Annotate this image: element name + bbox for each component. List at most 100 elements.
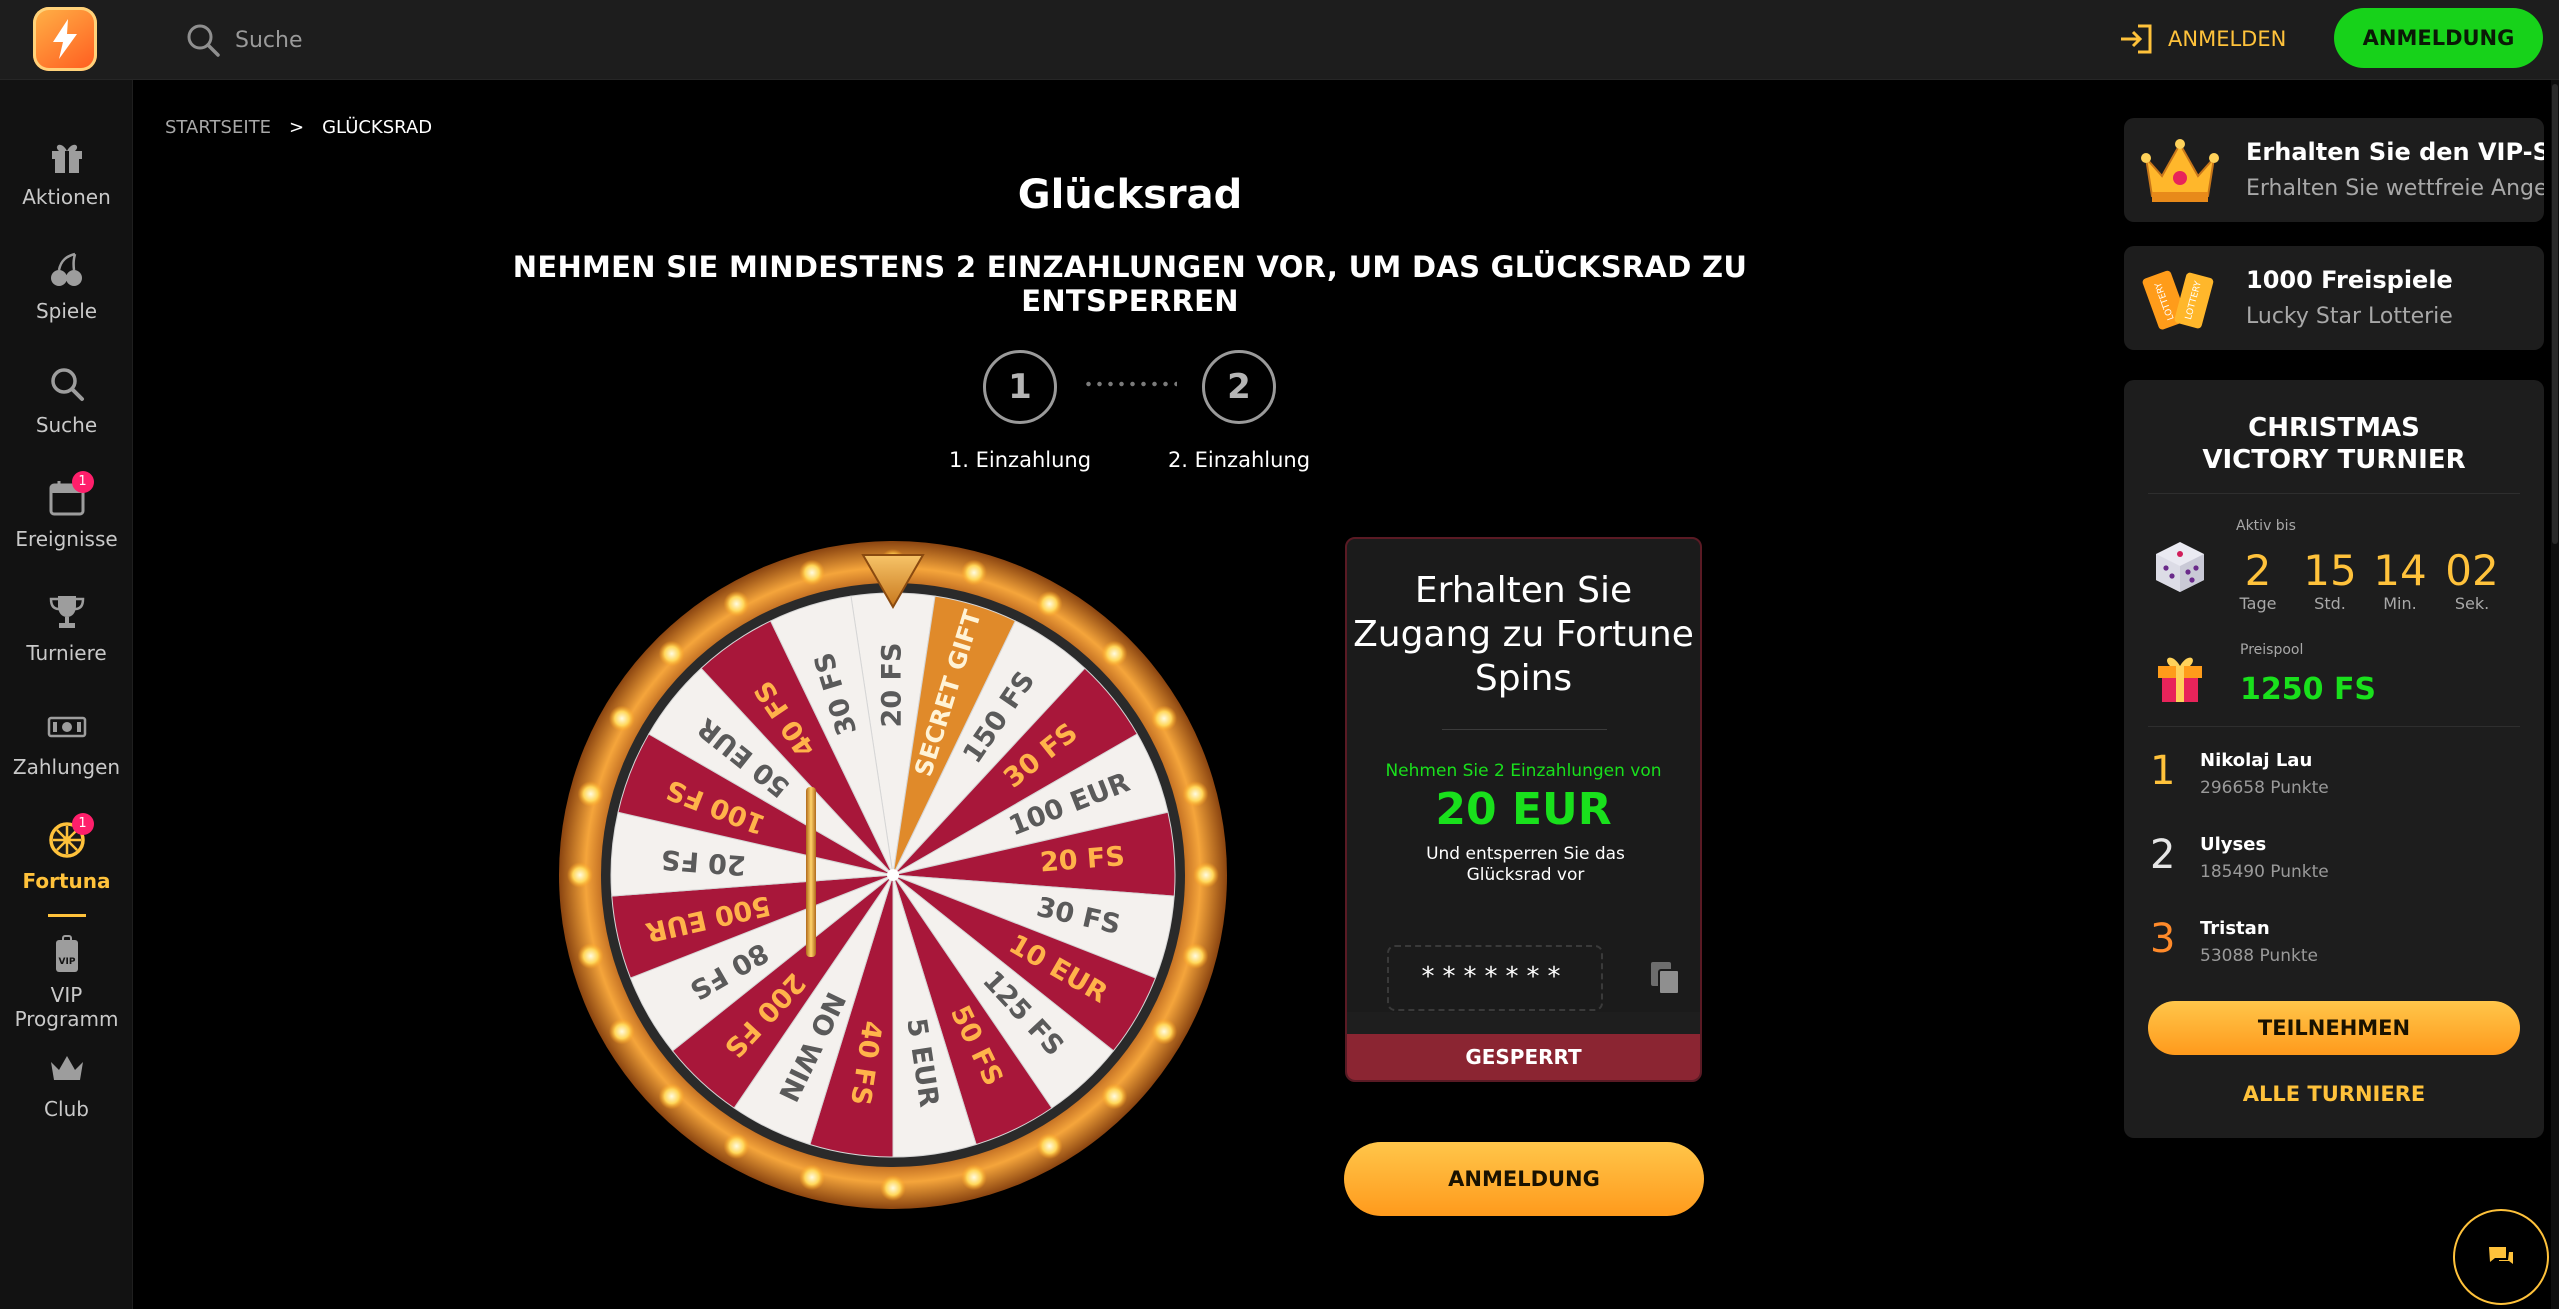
leader-name: Tristan xyxy=(2200,918,2270,939)
breadcrumb-separator: > xyxy=(289,117,305,138)
step-2-circle: 2 xyxy=(1202,350,1276,424)
wheel-bulb xyxy=(567,862,593,888)
cherries-icon xyxy=(46,249,88,291)
step-1-label: 1. Einzahlung xyxy=(948,448,1092,472)
wheel-bulb xyxy=(1101,640,1128,667)
promo-title: Erhalten Sie den VIP-S... xyxy=(2246,138,2544,166)
leader-points: 185490 Punkte xyxy=(2200,862,2329,882)
wheel-icon: 1 xyxy=(46,813,94,861)
signup-button[interactable]: ANMELDUNG xyxy=(2334,8,2543,68)
wheel-bulb xyxy=(658,1083,685,1110)
sidebar-item-turniere[interactable]: Turniere xyxy=(0,581,133,681)
card-title: Erhalten Sie Zugang zu Fortune Spins xyxy=(1353,570,1694,699)
wheel-bulb xyxy=(1182,943,1209,970)
countdown-hours: 15 xyxy=(2303,546,2357,595)
wheel-segment-label: 20 FS xyxy=(660,843,747,880)
wheel-bulb xyxy=(1151,705,1178,732)
rank-number: 2 xyxy=(2150,832,2176,878)
chat-icon xyxy=(2489,1247,2513,1264)
breadcrumb-current: GLÜCKSRAD xyxy=(322,117,433,138)
fortune-wheel: 20 FS SECRET GIFT150 FS30 FS100 EUR20 FS3… xyxy=(559,541,1227,1209)
wheel-bulb xyxy=(1151,1018,1178,1045)
all-tournaments-link[interactable]: ALLE TURNIERE xyxy=(2124,1082,2544,1106)
search-icon xyxy=(46,363,88,405)
trophy-icon xyxy=(46,591,88,633)
top-bar: Suche ANMELDEN ANMELDUNG xyxy=(0,0,2559,80)
sidebar-item-label: VIP Programm xyxy=(14,983,119,1031)
sidebar-item-zahlungen[interactable]: Zahlungen xyxy=(0,695,133,795)
login-button[interactable]: ANMELDEN xyxy=(2118,18,2286,60)
breadcrumb: STARTSEITE > GLÜCKSRAD xyxy=(165,117,432,138)
wheel-bulb xyxy=(1182,780,1209,807)
promo-freispiele[interactable]: LOTTERY LOTTERY 1000 Freispiele Lucky St… xyxy=(2124,246,2544,350)
tournament-title: CHRISTMAS VICTORY TURNIER xyxy=(2202,413,2466,475)
wheel-segments: 20 FS SECRET GIFT150 FS30 FS100 EUR20 FS3… xyxy=(610,592,1176,1158)
lottery-ticket-icon: LOTTERY LOTTERY xyxy=(2142,270,2214,330)
sidebar-item-label: Aktionen xyxy=(22,185,111,209)
gift-icon xyxy=(46,135,88,177)
wheel-bulb xyxy=(880,1175,906,1201)
notification-badge: 1 xyxy=(71,813,94,835)
sidebar-item-ereignisse[interactable]: 1 Ereignisse xyxy=(0,467,133,567)
wheel-bulb xyxy=(1193,862,1219,888)
countdown-days: 2 xyxy=(2244,546,2272,595)
search-input[interactable]: Suche xyxy=(235,28,302,53)
casino-logo[interactable] xyxy=(33,7,97,71)
wheel-bulb xyxy=(961,559,988,586)
leader-name: Nikolaj Lau xyxy=(2200,750,2313,771)
unlock-text: Und entsperren Sie das Glücksrad vor xyxy=(1426,844,1625,885)
promo-vip[interactable]: Erhalten Sie den VIP-S... Erhalten Sie w… xyxy=(2124,118,2544,222)
wheel-bulb xyxy=(608,705,635,732)
card-divider xyxy=(1442,729,1607,730)
copy-icon[interactable] xyxy=(1649,960,1683,998)
prize-pool-value: 1250 FS xyxy=(2240,672,2377,707)
join-tournament-button[interactable]: TEILNEHMEN xyxy=(2148,1001,2520,1055)
rank-number: 1 xyxy=(2150,748,2176,794)
step-1-circle: 1 xyxy=(983,350,1057,424)
wheel-bulb xyxy=(961,1164,988,1191)
search-bar[interactable]: Suche xyxy=(185,20,302,60)
locked-status: GESPERRT xyxy=(1347,1034,1700,1080)
divider xyxy=(2148,726,2520,727)
wheel-bulb xyxy=(658,640,685,667)
wheel-bulb xyxy=(608,1018,635,1045)
active-until-label: Aktiv bis xyxy=(2236,518,2296,534)
sidebar-item-vip-programm[interactable]: VIP VIP Programm xyxy=(0,923,133,1031)
calendar-icon: 1 xyxy=(46,471,94,519)
page-title: Glücksrad xyxy=(1017,172,1243,218)
fortune-spins-card: Erhalten Sie Zugang zu Fortune Spins Neh… xyxy=(1345,537,1702,1082)
sidebar-item-fortuna[interactable]: 1 Fortuna xyxy=(0,809,133,917)
hidden-code: ******* xyxy=(1387,945,1603,1011)
crown-icon xyxy=(2141,139,2219,202)
signup-main-button[interactable]: ANMELDUNG xyxy=(1344,1142,1704,1216)
countdown-minutes: 14 xyxy=(2373,546,2427,595)
notification-badge: 1 xyxy=(71,471,94,493)
sidebar-item-aktionen[interactable]: Aktionen xyxy=(0,125,133,225)
wheel-hub xyxy=(887,869,899,881)
search-icon xyxy=(187,24,220,57)
prize-pool-label: Preispool xyxy=(2240,642,2304,658)
deposit-amount: 20 EUR xyxy=(1435,784,1612,835)
scrollbar-thumb[interactable] xyxy=(2552,84,2558,544)
vip-icon: VIP xyxy=(46,933,88,975)
wheel-bulb xyxy=(1036,1133,1063,1160)
sidebar-item-suche[interactable]: Suche xyxy=(0,353,133,453)
svg-text:VIP: VIP xyxy=(58,957,75,967)
countdown-unit: Sek. xyxy=(2454,594,2490,613)
breadcrumb-home[interactable]: STARTSEITE xyxy=(165,117,271,138)
sidebar-item-label: Zahlungen xyxy=(12,755,121,779)
sidebar-item-label: Ereignisse xyxy=(15,527,118,551)
login-label: ANMELDEN xyxy=(2168,27,2287,51)
logo-icon xyxy=(53,19,77,59)
step-2-label: 2. Einzahlung xyxy=(1167,448,1311,472)
rank-number: 3 xyxy=(2150,916,2176,962)
dice-icon xyxy=(2156,542,2204,592)
countdown-seconds: 02 xyxy=(2445,546,2499,595)
sidebar-item-label: Club xyxy=(44,1097,89,1121)
page-scrollbar[interactable] xyxy=(2551,80,2559,1309)
crown-icon xyxy=(46,1047,88,1089)
chat-button[interactable] xyxy=(2453,1209,2549,1305)
gift-icon xyxy=(2158,657,2202,702)
sidebar-item-spiele[interactable]: Spiele xyxy=(0,239,133,339)
sidebar-item-club[interactable]: Club xyxy=(0,1037,133,1137)
